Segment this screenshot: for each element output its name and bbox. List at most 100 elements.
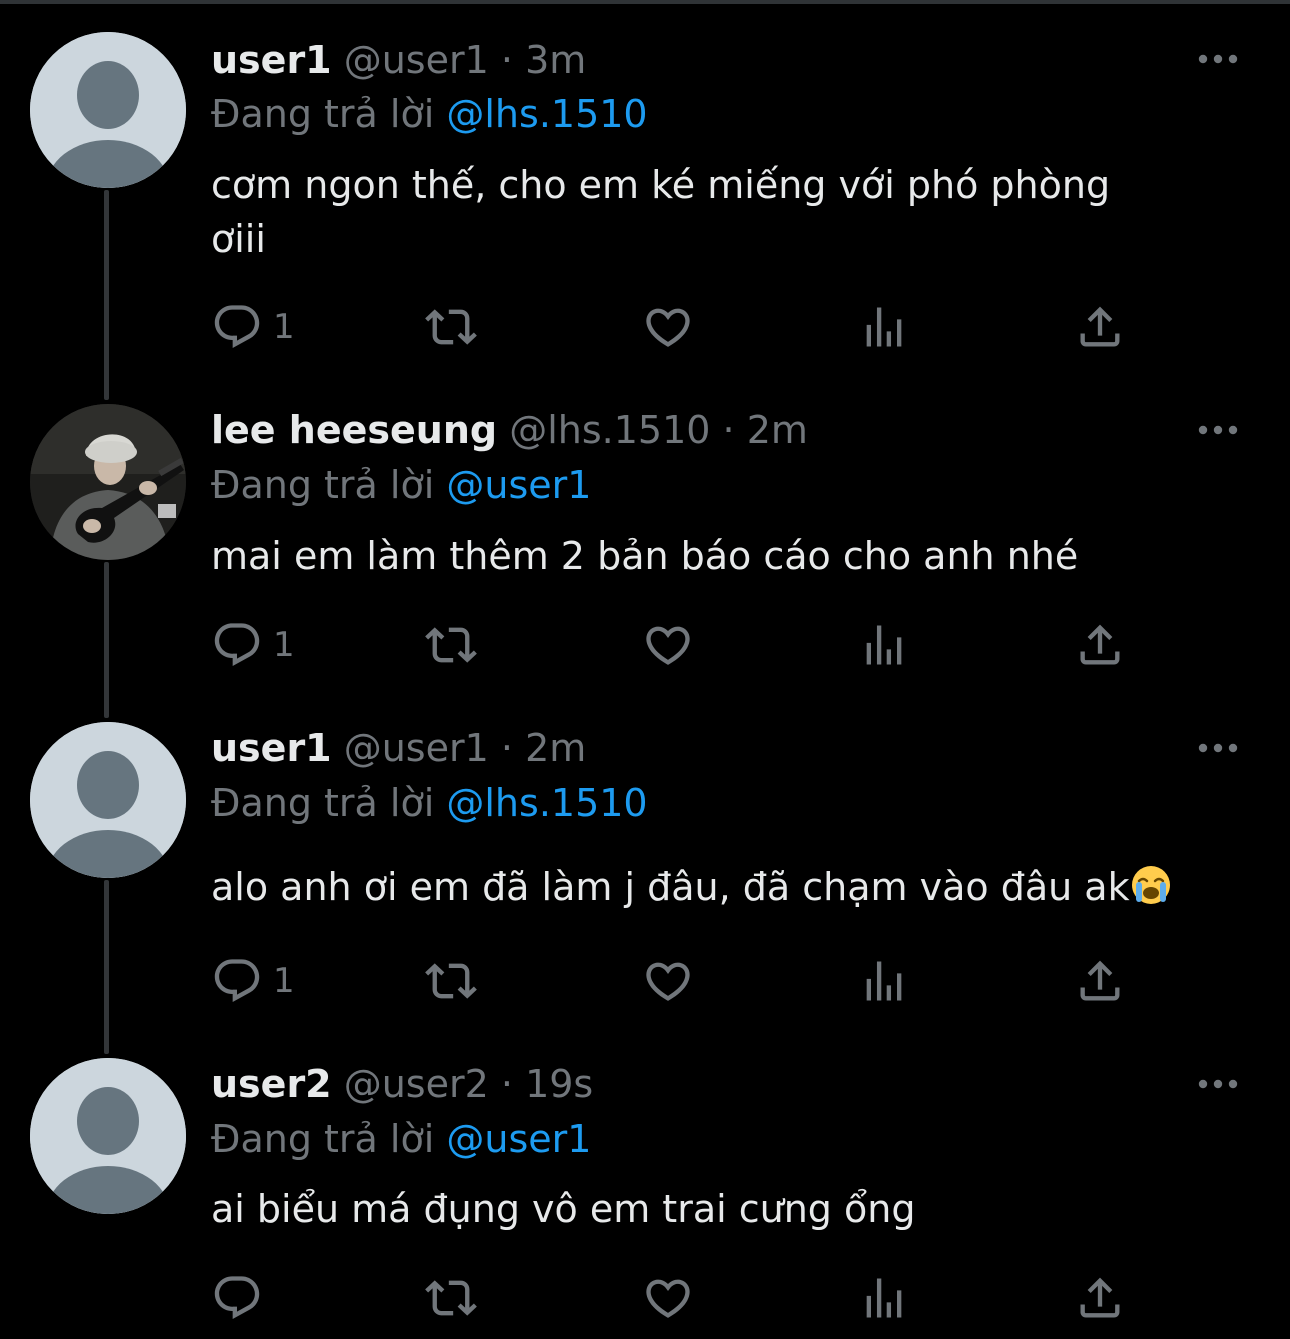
tweet[interactable]: user1 @user1 · 2m Đang trả lời @lhs.1510… xyxy=(0,690,1290,1050)
share-button[interactable] xyxy=(1074,617,1126,673)
tweet-header: user2 @user2 · 19s xyxy=(211,1060,593,1108)
reply-button[interactable]: 1 xyxy=(211,953,295,1009)
reply-button[interactable]: 1 xyxy=(211,299,295,355)
timestamp[interactable]: 2m xyxy=(747,408,808,452)
avatar[interactable] xyxy=(30,32,186,188)
reply-icon xyxy=(214,623,260,667)
tweet-text-line: cơm ngon thế, cho em ké miếng với phó ph… xyxy=(211,163,1111,207)
more-options-button[interactable] xyxy=(1196,1069,1240,1099)
reply-button[interactable]: 1 xyxy=(211,617,295,673)
more-options-button[interactable] xyxy=(1196,415,1240,445)
retweet-button[interactable] xyxy=(425,299,477,355)
share-button[interactable] xyxy=(1074,1270,1126,1326)
retweet-icon xyxy=(425,1280,477,1316)
display-name[interactable]: user1 xyxy=(211,38,332,82)
heart-icon xyxy=(646,626,690,665)
reply-count: 1 xyxy=(273,307,295,347)
tweet-header: user1 @user1 · 3m xyxy=(211,36,586,84)
avatar[interactable] xyxy=(30,722,186,878)
mention-link[interactable]: @user1 xyxy=(446,1117,591,1161)
loudly-crying-face-emoji xyxy=(1131,866,1170,904)
share-button[interactable] xyxy=(1074,299,1126,355)
separator-dot: · xyxy=(722,408,735,452)
default-avatar-icon xyxy=(30,1058,186,1214)
share-icon xyxy=(1080,960,1120,1001)
action-bar xyxy=(211,1270,1171,1326)
tweet-text: mai em làm thêm 2 bản báo cáo cho anh nh… xyxy=(211,529,1221,583)
avatar[interactable] xyxy=(30,404,186,560)
action-bar: 1 xyxy=(211,953,1171,1009)
user-handle[interactable]: @user1 xyxy=(344,726,489,770)
views-button[interactable] xyxy=(858,953,910,1009)
tweet-text-line: ai biểu má đụng vô em trai cưng ổng xyxy=(211,1187,916,1231)
heart-icon xyxy=(646,962,690,1001)
retweet-icon xyxy=(425,309,477,345)
more-options-button[interactable] xyxy=(1196,733,1240,763)
default-avatar-icon xyxy=(30,722,186,878)
reply-count: 1 xyxy=(273,625,295,665)
tweet-text: alo anh ơi em đã làm j đâu, đã chạm vào … xyxy=(211,860,1221,914)
views-icon xyxy=(866,1278,902,1318)
heart-icon xyxy=(646,308,690,347)
mention-link[interactable]: @lhs.1510 xyxy=(446,781,647,825)
replying-to: Đang trả lời @lhs.1510 xyxy=(211,779,648,827)
views-button[interactable] xyxy=(858,1270,910,1326)
display-name[interactable]: user1 xyxy=(211,726,332,770)
separator-dot: · xyxy=(500,1062,513,1106)
user-handle[interactable]: @lhs.1510 xyxy=(509,408,710,452)
heart-icon xyxy=(646,1279,690,1318)
retweet-button[interactable] xyxy=(425,617,477,673)
reply-count: 1 xyxy=(273,961,295,1001)
views-button[interactable] xyxy=(858,299,910,355)
replying-to: Đang trả lời @lhs.1510 xyxy=(211,90,648,138)
tweet[interactable]: lee heeseung @lhs.1510 · 2m Đang trả lời… xyxy=(0,372,1290,717)
reply-button[interactable] xyxy=(211,1270,273,1326)
replying-label: Đang trả lời xyxy=(211,92,435,136)
tweet-text-line: ơiii xyxy=(211,217,266,261)
share-icon xyxy=(1080,1277,1120,1318)
like-button[interactable] xyxy=(642,299,694,355)
timestamp[interactable]: 3m xyxy=(525,38,586,82)
replying-label: Đang trả lời xyxy=(211,463,435,507)
tweet-header: user1 @user1 · 2m xyxy=(211,724,586,772)
reply-icon xyxy=(214,1276,260,1320)
share-icon xyxy=(1080,624,1120,665)
like-button[interactable] xyxy=(642,617,694,673)
more-options-button[interactable] xyxy=(1196,44,1240,74)
separator-dot: · xyxy=(500,726,513,770)
default-avatar-icon xyxy=(30,32,186,188)
retweet-button[interactable] xyxy=(425,953,477,1009)
retweet-icon xyxy=(425,627,477,663)
replying-label: Đang trả lời xyxy=(211,781,435,825)
timestamp[interactable]: 19s xyxy=(525,1062,593,1106)
tweet[interactable]: user2 @user2 · 19s Đang trả lời @user1 a… xyxy=(0,1026,1290,1339)
retweet-button[interactable] xyxy=(425,1270,477,1326)
views-icon xyxy=(866,961,902,1001)
mention-link[interactable]: @lhs.1510 xyxy=(446,92,647,136)
display-name[interactable]: lee heeseung xyxy=(211,408,497,452)
action-bar: 1 xyxy=(211,617,1171,673)
like-button[interactable] xyxy=(642,953,694,1009)
user-handle[interactable]: @user2 xyxy=(344,1062,489,1106)
more-icon xyxy=(1198,425,1238,435)
timestamp[interactable]: 2m xyxy=(525,726,586,770)
tweet-header: lee heeseung @lhs.1510 · 2m xyxy=(211,406,808,454)
tweet-text-line: alo anh ơi em đã làm j đâu, đã chạm vào … xyxy=(211,865,1130,909)
views-button[interactable] xyxy=(858,617,910,673)
tweet-text: cơm ngon thế, cho em ké miếng với phó ph… xyxy=(211,158,1221,266)
user-handle[interactable]: @user1 xyxy=(344,38,489,82)
share-icon xyxy=(1080,306,1120,347)
share-button[interactable] xyxy=(1074,953,1126,1009)
tweet[interactable]: user1 @user1 · 3m Đang trả lời @lhs.1510… xyxy=(0,0,1290,380)
profile-photo xyxy=(30,404,186,560)
avatar[interactable] xyxy=(30,1058,186,1214)
more-icon xyxy=(1198,743,1238,753)
like-button[interactable] xyxy=(642,1270,694,1326)
tweet-text: ai biểu má đụng vô em trai cưng ổng xyxy=(211,1182,1221,1236)
more-icon xyxy=(1198,54,1238,64)
replying-to: Đang trả lời @user1 xyxy=(211,461,591,509)
mention-link[interactable]: @user1 xyxy=(446,463,591,507)
action-bar: 1 xyxy=(211,299,1171,355)
separator-dot: · xyxy=(500,38,513,82)
display-name[interactable]: user2 xyxy=(211,1062,332,1106)
